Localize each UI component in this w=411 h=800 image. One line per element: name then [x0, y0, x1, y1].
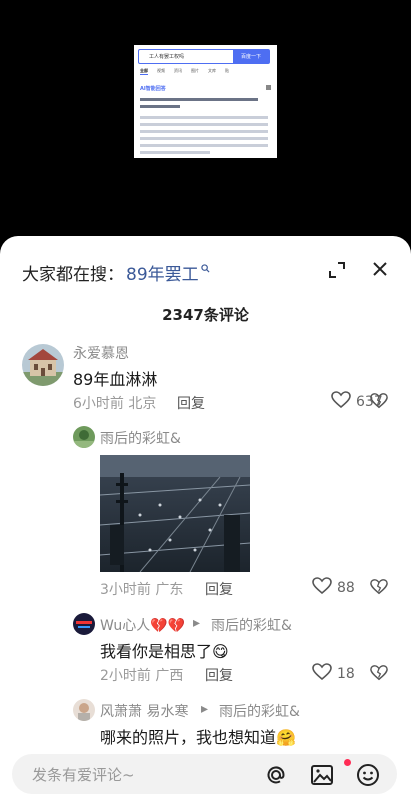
trending-search[interactable]: 大家都在搜： 89年罢工: [22, 260, 210, 285]
comment-photo[interactable]: [100, 455, 250, 572]
video-frame-screenshot: 工人有罢工权吗 百度一下 全部 视频 资讯 图片 文库 贴 AI智能回答: [134, 45, 277, 158]
comment-author[interactable]: 永爱慕恩: [73, 343, 129, 363]
avatar[interactable]: [73, 426, 95, 448]
comment-author[interactable]: Wu心人💔💔: [100, 615, 185, 635]
comment-input-bar[interactable]: 发条有爱评论~: [12, 754, 397, 794]
reply-arrow-icon: ▸: [201, 701, 209, 717]
avatar[interactable]: [73, 613, 95, 635]
text-line: [140, 144, 268, 147]
image-icon[interactable]: [310, 763, 334, 787]
comment-text: 我看你是相思了😋: [100, 642, 229, 661]
search-query-text: 工人有罢工权吗: [149, 54, 185, 60]
text-line: [140, 98, 258, 101]
text-line: [140, 137, 268, 140]
comment-input[interactable]: 发条有爱评论~: [32, 764, 135, 785]
avatar[interactable]: [22, 344, 64, 386]
text-line: [140, 123, 268, 126]
text-line: [140, 151, 210, 154]
heart-icon: [312, 577, 332, 599]
ai-answer-title: AI智能回答: [140, 86, 166, 92]
comment-count: 2347条评论: [162, 306, 249, 324]
search-icon: [200, 263, 210, 276]
tab: 贴: [225, 68, 229, 73]
tab: 图片: [191, 68, 199, 73]
comment-author[interactable]: 风萧萧 易水寒: [100, 701, 188, 721]
emoji-icon[interactable]: [356, 763, 380, 787]
trending-search-prefix: 大家都在搜：: [22, 265, 124, 285]
text-line: [140, 130, 268, 133]
reply-arrow-icon: ▸: [193, 615, 201, 631]
search-button-image: 百度一下: [233, 50, 269, 63]
close-icon[interactable]: [372, 261, 388, 277]
comment-text: 89年血淋淋: [73, 370, 158, 389]
text-line: [140, 105, 180, 108]
comment-author[interactable]: 雨后的彩虹&: [100, 428, 181, 448]
tab: 视频: [157, 68, 165, 73]
heart-icon: [312, 663, 332, 685]
reply-to-user[interactable]: 雨后的彩虹&: [211, 615, 292, 635]
broken-heart-icon[interactable]: [370, 392, 388, 410]
reply-to-user[interactable]: 雨后的彩虹&: [219, 701, 300, 721]
like-count: 18: [337, 666, 355, 682]
trending-search-keyword[interactable]: 89年罢工: [126, 260, 199, 285]
like-button[interactable]: 88: [312, 577, 355, 599]
broken-heart-icon[interactable]: [370, 664, 388, 682]
comment-time-location: 6小时前 北京: [73, 396, 157, 412]
at-mention-icon[interactable]: [264, 763, 288, 787]
comment-time-location: 2小时前 广西: [100, 668, 184, 684]
heart-icon: [331, 391, 351, 413]
comment-sheet: 大家都在搜： 89年罢工 2347条评论 永爱慕恩 89年血淋淋 6小时前 北京…: [0, 236, 411, 800]
tab: 全部: [140, 68, 148, 75]
reply-button[interactable]: 回复: [205, 665, 233, 685]
text-line: [140, 116, 268, 119]
expand-icon[interactable]: [329, 262, 345, 278]
reply-button[interactable]: 回复: [177, 393, 205, 413]
comment-time-location: 3小时前 广东: [100, 582, 184, 598]
reply-button[interactable]: 回复: [205, 579, 233, 599]
like-button[interactable]: 18: [312, 663, 355, 685]
like-count: 88: [337, 580, 355, 596]
comment-text: 哪来的照片，我也想知道🤗: [100, 728, 296, 747]
broken-heart-icon[interactable]: [370, 578, 388, 596]
speaker-icon: [266, 85, 271, 90]
video-player[interactable]: 工人有罢工权吗 百度一下 全部 视频 资讯 图片 文库 贴 AI智能回答: [0, 0, 411, 240]
avatar[interactable]: [73, 699, 95, 721]
tab: 文库: [208, 68, 216, 73]
search-tabs: 全部 视频 资讯 图片 文库 贴: [140, 68, 229, 75]
search-bar-image: 工人有罢工权吗 百度一下: [138, 49, 270, 64]
tab: 资讯: [174, 68, 182, 73]
notification-dot: [344, 759, 351, 766]
